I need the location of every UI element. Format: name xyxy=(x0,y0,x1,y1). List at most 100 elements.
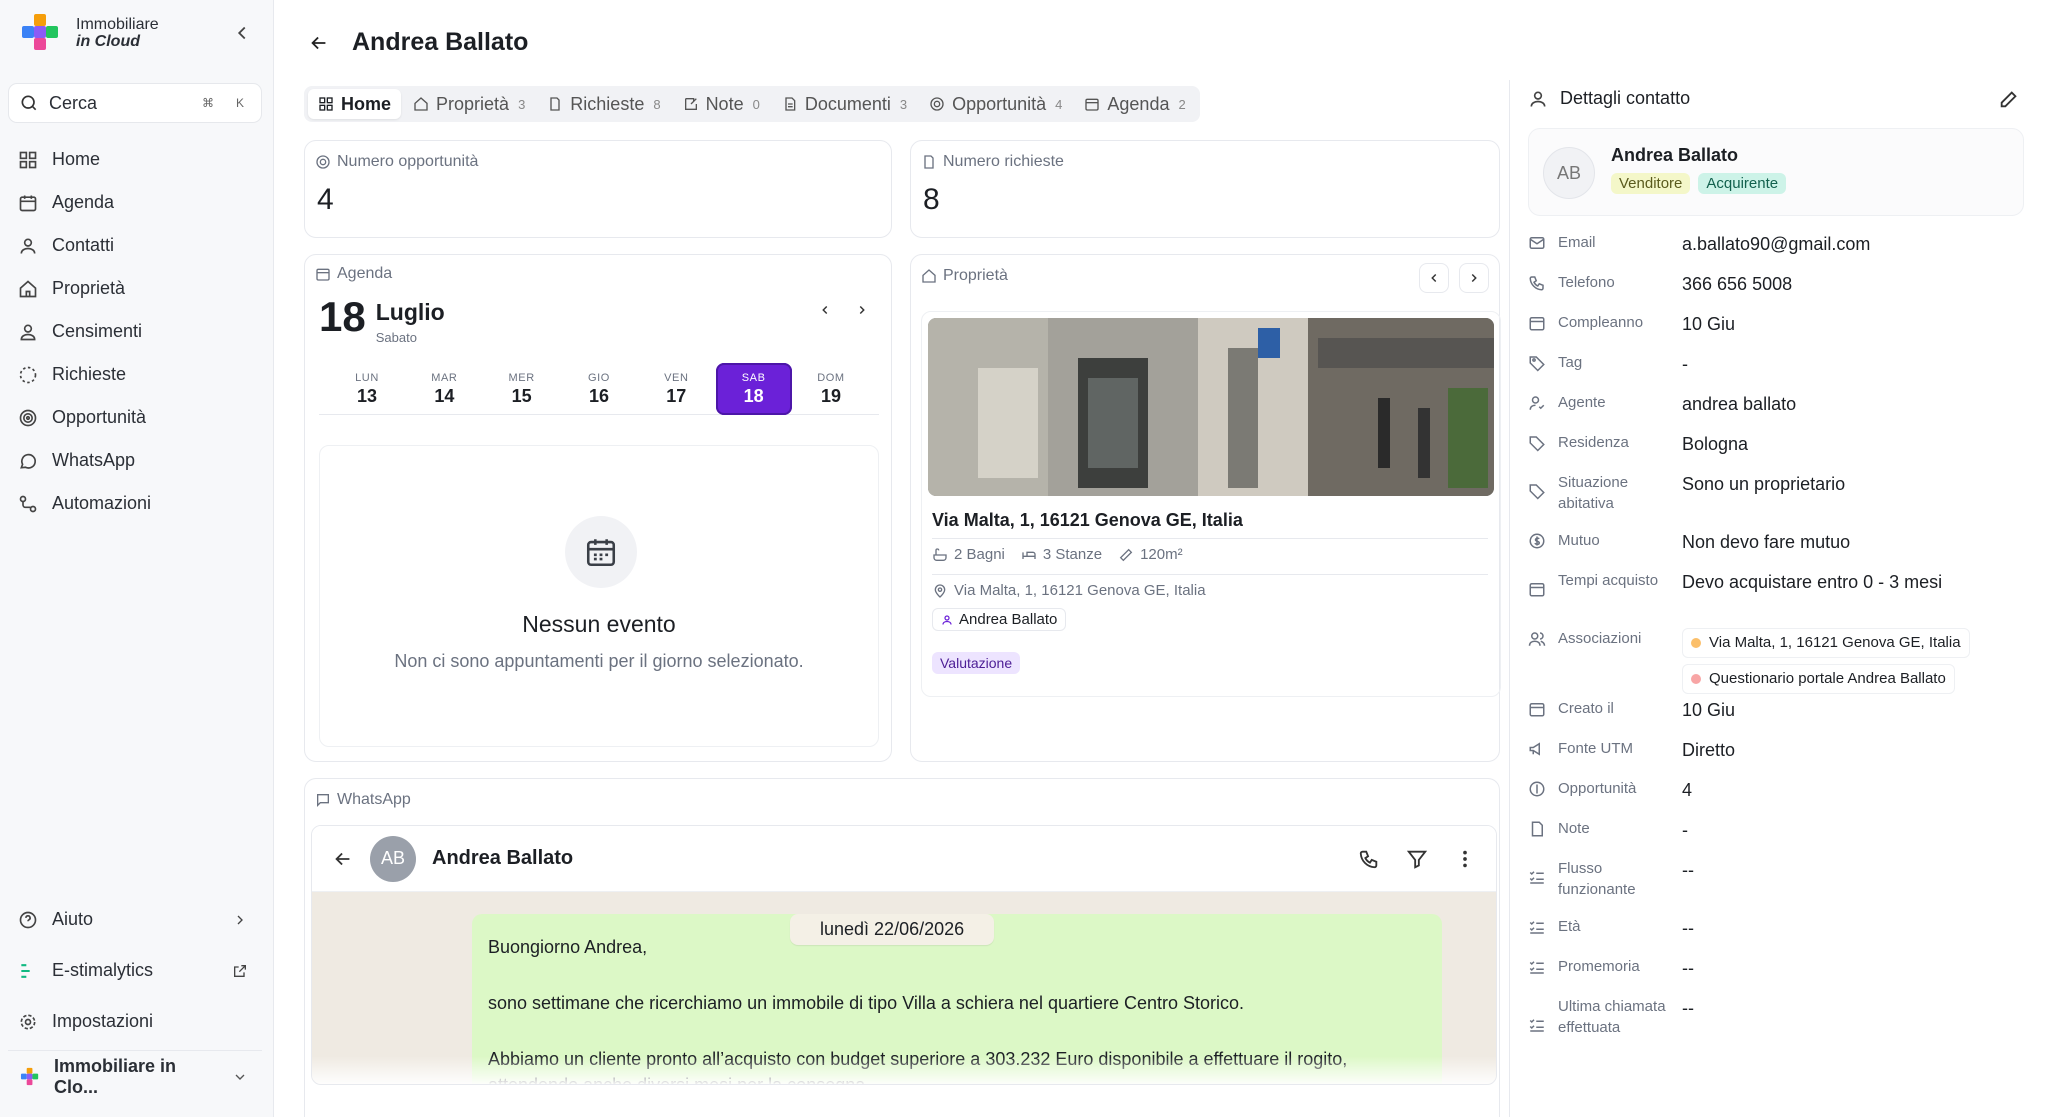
day-number: 14 xyxy=(434,385,455,406)
sidebar-item-automazioni[interactable]: Automazioni xyxy=(8,482,262,525)
tab-agenda[interactable]: Agenda 2 xyxy=(1074,89,1195,119)
tab-home[interactable]: Home xyxy=(308,89,402,119)
tab-count: 8 xyxy=(653,96,661,112)
age-value: -- xyxy=(1682,918,1694,938)
phone-value[interactable]: 366 656 5008 xyxy=(1676,272,2028,296)
chat-header: AB Andrea Ballato xyxy=(312,826,1496,892)
tab-label: Proprietà xyxy=(436,93,510,114)
chevron-right-icon xyxy=(1467,271,1481,285)
reminder-value: -- xyxy=(1682,958,1694,978)
tab-proprieta[interactable]: Proprietà 3 xyxy=(403,89,535,119)
tab-label: Richieste xyxy=(570,93,645,114)
tab-note[interactable]: Note 0 xyxy=(673,89,770,119)
tag-value: - xyxy=(1682,354,1688,374)
day-cell[interactable]: MAR 14 xyxy=(406,363,482,415)
tab-label: Opportunità xyxy=(952,93,1047,114)
target-icon xyxy=(18,408,38,428)
back-arrow-icon[interactable] xyxy=(308,32,330,54)
home-icon xyxy=(18,279,38,299)
field-agent: Agente andrea ballato xyxy=(1528,392,2028,432)
field-label: Promemoria xyxy=(1558,958,1640,975)
association-chip[interactable]: Via Malta, 1, 16121 Genova GE, Italia xyxy=(1682,628,1970,658)
tab-opportunita[interactable]: Opportunità 4 xyxy=(919,89,1072,119)
field-label: Email xyxy=(1558,234,1596,251)
prev-day-button[interactable] xyxy=(810,295,840,325)
property-item[interactable]: Via Malta, 1, 16121 Genova GE, Italia 2 … xyxy=(921,311,1501,697)
field-notes: Note - xyxy=(1528,818,2028,858)
sidebar-item-agenda[interactable]: Agenda xyxy=(8,181,262,224)
map-pin-icon xyxy=(932,583,948,599)
day-cell[interactable]: GIO 16 xyxy=(561,363,637,415)
association-label: Questionario portale Andrea Ballato xyxy=(1709,670,1946,687)
property-photo[interactable] xyxy=(928,318,1494,496)
sidebar-item-censimenti[interactable]: Censimenti xyxy=(8,310,262,353)
target-icon xyxy=(315,154,331,170)
card-label: Numero richieste xyxy=(943,153,1064,170)
search-box[interactable]: Cerca ⌘ K xyxy=(8,83,262,123)
sidebar-item-home[interactable]: Home xyxy=(8,138,262,181)
sidebar-item-aiuto[interactable]: Aiuto xyxy=(8,894,262,945)
day-cell-selected[interactable]: SAB 18 xyxy=(715,363,792,415)
sidebar-item-richieste[interactable]: Richieste xyxy=(8,353,262,396)
day-cell[interactable]: MER 15 xyxy=(484,363,560,415)
field-label: Residenza xyxy=(1558,434,1629,451)
tab-richieste[interactable]: Richieste 8 xyxy=(537,89,670,119)
area: 120m² xyxy=(1140,546,1183,563)
day-cell[interactable]: VEN 17 xyxy=(638,363,714,415)
association-chip[interactable]: Questionario portale Andrea Ballato xyxy=(1682,664,1955,694)
user-icon xyxy=(941,614,953,626)
message-line: sono settimane che ricerchiamo un immobi… xyxy=(488,993,1245,1013)
sidebar-item-whatsapp[interactable]: WhatsApp xyxy=(8,439,262,482)
prev-property-button[interactable] xyxy=(1419,263,1449,293)
tab-documenti[interactable]: Documenti 3 xyxy=(772,89,917,119)
phone-icon[interactable] xyxy=(1358,848,1380,870)
chevron-down-icon xyxy=(232,1069,248,1085)
sidebar-item-impostazioni[interactable]: Impostazioni xyxy=(8,996,262,1047)
next-property-button[interactable] xyxy=(1459,263,1489,293)
day-name: VEN xyxy=(664,371,689,384)
target-dot-icon xyxy=(1691,674,1701,684)
workflow-value: -- xyxy=(1682,860,1694,880)
more-vertical-icon[interactable] xyxy=(1454,848,1476,870)
help-icon xyxy=(18,910,38,930)
tab-count: 4 xyxy=(1055,96,1063,112)
property-owner-chip[interactable]: Andrea Ballato xyxy=(932,608,1067,631)
sidebar-item-proprieta[interactable]: Proprietà xyxy=(8,267,262,310)
external-link-icon xyxy=(232,963,248,979)
sidebar-item-contatti[interactable]: Contatti xyxy=(8,224,262,267)
sidebar-item-estimalytics[interactable]: E-stimalytics xyxy=(8,945,262,996)
collapse-sidebar-icon[interactable] xyxy=(231,22,253,44)
edit-icon[interactable] xyxy=(1998,88,2020,110)
card-label: Numero opportunità xyxy=(337,153,479,170)
field-label: Flusso funzionante xyxy=(1558,860,1636,898)
field-label: Telefono xyxy=(1558,274,1615,291)
contact-name: Andrea Ballato xyxy=(1611,145,1739,165)
email-value[interactable]: a.ballato90@gmail.com xyxy=(1676,232,2028,256)
housing-value: Sono un proprietario xyxy=(1682,474,1846,494)
megaphone-icon xyxy=(1528,740,1548,758)
utm-value: Diretto xyxy=(1682,740,1736,760)
field-label: Creato il xyxy=(1558,700,1614,717)
tag-icon xyxy=(1528,482,1548,500)
back-arrow-icon[interactable] xyxy=(332,848,354,870)
chevron-right-icon xyxy=(232,912,248,928)
brand-line2: in Cloud xyxy=(76,33,140,50)
chat-body: Buongiorno Andrea, sono settimane che ri… xyxy=(312,892,1496,1084)
day-cell[interactable]: DOM 19 xyxy=(793,363,869,415)
sidebar-item-opportunita[interactable]: Opportunità xyxy=(8,396,262,439)
brand[interactable]: Immobiliare in Cloud xyxy=(20,12,159,54)
org-switcher[interactable]: Immobiliare in Clo... xyxy=(8,1050,262,1097)
estimalytics-icon xyxy=(18,961,38,981)
day-cell[interactable]: LUN 13 xyxy=(329,363,405,415)
dashed-circle-icon xyxy=(18,365,38,385)
search-icon xyxy=(19,93,39,113)
day-number: 15 xyxy=(511,385,532,406)
org-name: Immobiliare in Clo... xyxy=(54,1055,177,1097)
filter-icon[interactable] xyxy=(1406,848,1428,870)
contact-summary: AB Andrea Ballato Venditore Acquirente xyxy=(1528,128,2024,216)
opportunities-card: Numero opportunità 4 xyxy=(304,140,892,238)
brand-line1: Immobiliare xyxy=(76,16,159,33)
search-input[interactable]: Cerca xyxy=(49,93,187,114)
next-day-button[interactable] xyxy=(847,295,877,325)
field-label: Note xyxy=(1558,820,1590,837)
